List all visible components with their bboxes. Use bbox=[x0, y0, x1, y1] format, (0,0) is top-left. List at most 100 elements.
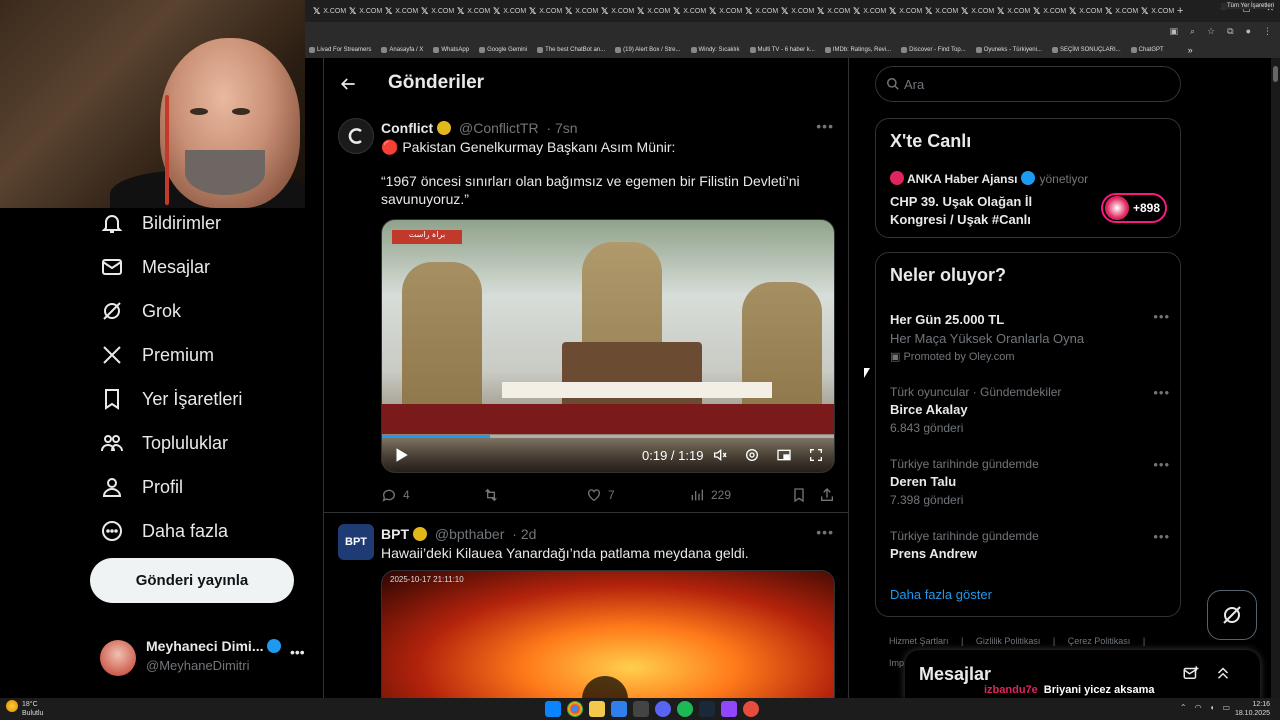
live-host[interactable]: ANKA Haber Ajansı yönetiyor bbox=[890, 171, 1088, 186]
browser-tab[interactable]: 𝕏 X.COM bbox=[849, 2, 886, 20]
system-clock[interactable]: 12:16 18.10.2025 bbox=[1235, 700, 1270, 718]
more-icon[interactable]: ••• bbox=[1153, 529, 1170, 544]
share-button[interactable] bbox=[819, 487, 835, 503]
bookmark-item[interactable]: Anasayfa / X bbox=[381, 47, 423, 53]
discord-icon[interactable] bbox=[655, 701, 671, 717]
star-icon[interactable]: ☆ bbox=[1207, 26, 1215, 37]
tweet-time[interactable]: · 2d bbox=[512, 526, 536, 542]
browser-address-bar[interactable]: ▣ ⌕ ☆ ⧉ ● ⋮ bbox=[305, 22, 1280, 42]
browser-tab[interactable]: 𝕏 X.COM bbox=[309, 2, 346, 20]
settings-gear-icon[interactable] bbox=[744, 447, 760, 463]
more-icon[interactable]: ••• bbox=[1153, 457, 1170, 472]
account-switcher[interactable]: Meyhaneci Dimi... @MeyhaneDimitri ••• bbox=[100, 636, 310, 676]
post-button[interactable]: Gönderi yayınla bbox=[90, 558, 294, 603]
bookmark-item[interactable]: Multi TV - 6 haber k... bbox=[749, 47, 815, 53]
browser-tab[interactable]: 𝕏 X.COM bbox=[633, 2, 670, 20]
avatar[interactable] bbox=[338, 118, 374, 154]
browser-tab[interactable]: 𝕏 X.COM bbox=[1065, 2, 1102, 20]
pip-icon[interactable] bbox=[776, 447, 792, 463]
volume-icon[interactable] bbox=[712, 447, 728, 463]
nav-item-premium[interactable]: Premium bbox=[100, 340, 214, 370]
trend-item[interactable]: Türkiye tarihinde gündemde Prens Andrew … bbox=[890, 529, 1170, 561]
more-icon[interactable]: ••• bbox=[816, 118, 834, 134]
privacy-link[interactable]: Gizlilik Politikası bbox=[976, 636, 1041, 646]
new-tab-button[interactable]: + bbox=[1177, 5, 1183, 17]
tweet-video[interactable]: براہ راست 0:19 / 1:19 bbox=[381, 219, 835, 473]
browser-tab[interactable]: 𝕏 X.COM bbox=[417, 2, 454, 20]
browser-tab[interactable]: 𝕏 X.COM bbox=[453, 2, 490, 20]
reply-button[interactable]: 4 bbox=[381, 487, 410, 503]
bookmark-item[interactable]: The best ChatBot an... bbox=[537, 47, 605, 53]
scrollbar-thumb[interactable] bbox=[1273, 66, 1278, 82]
search-box[interactable] bbox=[875, 66, 1181, 102]
steam-icon[interactable] bbox=[699, 701, 715, 717]
nav-item-profile[interactable]: Profil bbox=[100, 472, 183, 502]
browser-tab[interactable]: 𝕏 X.COM bbox=[345, 2, 382, 20]
nav-item-bookmarks[interactable]: Yer İşaretleri bbox=[100, 384, 242, 414]
tweet-time[interactable]: · 7sn bbox=[546, 120, 577, 136]
trend-promoted[interactable]: Her Gün 25.000 TL Her Maça Yüksek Oranla… bbox=[890, 309, 1170, 363]
new-message-icon[interactable] bbox=[1182, 664, 1200, 682]
browser-tab[interactable]: 𝕏 X.COM bbox=[489, 2, 526, 20]
bookmarks-overflow-button[interactable]: » bbox=[1188, 45, 1193, 55]
browser-tab[interactable]: 𝕏 X.COM bbox=[885, 2, 922, 20]
bookmark-item[interactable]: Livad For Streamers bbox=[309, 47, 371, 53]
bookmark-item[interactable]: SEÇİM SONUÇLARI... bbox=[1051, 47, 1121, 53]
retweet-button[interactable] bbox=[483, 487, 505, 503]
browser-tab[interactable]: 𝕏 X.COM bbox=[957, 2, 994, 20]
all-bookmarks[interactable]: Tüm Yer İşaretleri bbox=[1220, 3, 1274, 9]
author-name[interactable]: BPT bbox=[381, 526, 409, 542]
trend-item[interactable]: Türkiye tarihinde gündemde Deren Talu 7.… bbox=[890, 457, 1170, 507]
app-icon[interactable] bbox=[743, 701, 759, 717]
nav-item-more[interactable]: Daha fazla bbox=[100, 516, 228, 546]
browser-tab[interactable]: 𝕏 X.COM bbox=[993, 2, 1030, 20]
terms-link[interactable]: Hizmet Şartları bbox=[889, 636, 949, 646]
more-icon[interactable]: ••• bbox=[1153, 309, 1170, 324]
nav-item-communities[interactable]: Topluluklar bbox=[100, 428, 228, 458]
bookmark-button[interactable] bbox=[791, 487, 807, 503]
more-icon[interactable]: ••• bbox=[1153, 385, 1170, 400]
search-input[interactable] bbox=[904, 67, 1164, 101]
extensions-icon[interactable]: ⧉ bbox=[1227, 26, 1233, 37]
battery-icon[interactable]: ▭ bbox=[1222, 703, 1230, 712]
browser-tab[interactable]: 𝕏 X.COM bbox=[597, 2, 634, 20]
profile-icon[interactable]: ● bbox=[1246, 26, 1251, 37]
chevron-up-double-icon[interactable] bbox=[1214, 664, 1232, 682]
browser-tab[interactable]: 𝕏 X.COM bbox=[813, 2, 850, 20]
browser-tab[interactable]: 𝕏 X.COM bbox=[669, 2, 706, 20]
zoom-icon[interactable]: ⌕ bbox=[1190, 26, 1195, 37]
chrome-icon[interactable] bbox=[567, 701, 583, 717]
browser-tab[interactable]: 𝕏 X.COM bbox=[1137, 2, 1174, 20]
browser-tab[interactable]: 𝕏 X.COM bbox=[705, 2, 742, 20]
chevron-up-icon[interactable]: ⌃ bbox=[1180, 703, 1187, 712]
bookmark-item[interactable]: (19) Alert Box / Stre... bbox=[615, 47, 681, 53]
browser-tab[interactable]: 𝕏 X.COM bbox=[921, 2, 958, 20]
back-arrow-icon[interactable] bbox=[338, 74, 358, 94]
show-more-link[interactable]: Daha fazla göster bbox=[890, 587, 992, 602]
bookmark-item[interactable]: WhatsApp bbox=[433, 47, 469, 53]
nav-item-messages[interactable]: Mesajlar bbox=[100, 252, 210, 282]
avatar[interactable]: BPT bbox=[338, 524, 374, 560]
cookie-link[interactable]: Çerez Politikası bbox=[1068, 636, 1131, 646]
author-handle[interactable]: @ConflictTR bbox=[459, 120, 539, 136]
browser-tab[interactable]: 𝕏 X.COM bbox=[777, 2, 814, 20]
screenshot-icon[interactable]: ▣ bbox=[1169, 26, 1178, 37]
author-name[interactable]: Conflict bbox=[381, 120, 433, 136]
bookmark-item[interactable]: Google Gemini bbox=[479, 47, 527, 53]
page-scrollbar[interactable] bbox=[1271, 58, 1280, 698]
bookmark-item[interactable]: ChatGPT bbox=[1130, 47, 1164, 53]
more-icon[interactable]: ••• bbox=[290, 644, 305, 660]
nav-item-notifications[interactable]: Bildirimler bbox=[100, 208, 221, 238]
footer-imprint[interactable]: Imp bbox=[889, 658, 904, 668]
more-icon[interactable]: ••• bbox=[816, 524, 834, 540]
live-event-title[interactable]: CHP 39. Uşak Olağan İl Kongresi / Uşak #… bbox=[890, 193, 1080, 229]
app-icon[interactable] bbox=[611, 701, 627, 717]
author-handle[interactable]: @bpthaber bbox=[435, 526, 504, 542]
browser-tab[interactable]: 𝕏 X.COM bbox=[1029, 2, 1066, 20]
views-button[interactable]: 229 bbox=[689, 487, 731, 503]
browser-tab[interactable]: 𝕏 X.COM bbox=[561, 2, 598, 20]
volume-icon[interactable]: ◖ bbox=[1210, 703, 1215, 712]
fullscreen-icon[interactable] bbox=[808, 447, 824, 463]
bookmark-item[interactable]: Windy: Sıcaklık bbox=[690, 47, 740, 53]
bookmark-item[interactable]: Discover - Find Top... bbox=[901, 47, 966, 53]
